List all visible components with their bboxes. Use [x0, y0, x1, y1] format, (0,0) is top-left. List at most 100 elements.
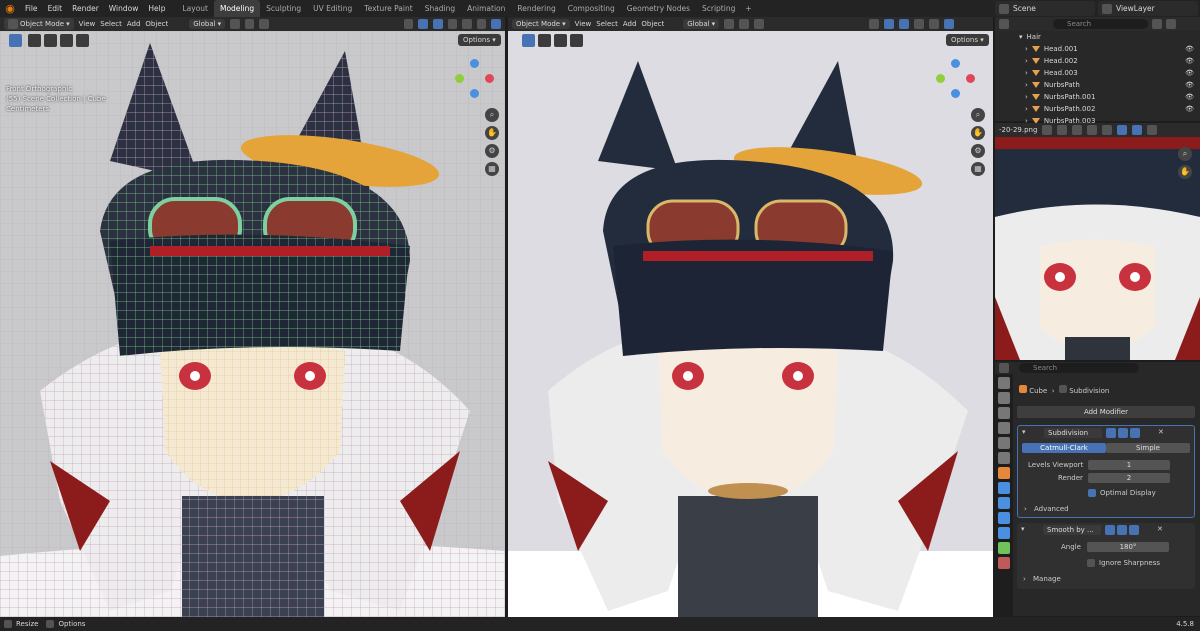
image-editor-canvas[interactable]: ⌕ ✋: [995, 137, 1200, 360]
visibility-eye-icon[interactable]: 👁: [1185, 105, 1194, 113]
properties-search-input[interactable]: Search: [1019, 363, 1139, 373]
pan-hand-icon[interactable]: ✋: [485, 126, 499, 140]
right-menu-add[interactable]: Add: [623, 20, 637, 28]
image-display-icon[interactable]: [1147, 125, 1158, 135]
left-xray-icon[interactable]: [447, 19, 458, 29]
right-gizmo-icon[interactable]: [884, 19, 895, 29]
new-image-icon[interactable]: [1057, 125, 1068, 135]
image-pan-hand-icon[interactable]: ✋: [1178, 165, 1192, 179]
tab-sculpting[interactable]: Sculpting: [260, 0, 307, 17]
scene-selector[interactable]: Scene: [995, 1, 1095, 16]
outliner-display-mode-icon[interactable]: [999, 19, 1009, 29]
right-gizmo-z-axis[interactable]: [951, 59, 960, 68]
tab-uv-editing[interactable]: UV Editing: [307, 0, 358, 17]
smooth-collapse-icon[interactable]: ▾: [1021, 525, 1025, 533]
advanced-expand-icon[interactable]: ›: [1024, 505, 1027, 513]
right-proportional-icon[interactable]: [754, 19, 765, 29]
tab-layout[interactable]: Layout: [176, 0, 214, 17]
right-shading-solid-icon[interactable]: [929, 19, 940, 29]
left-pivot-icon[interactable]: [230, 19, 240, 29]
left-options-button[interactable]: Options ▾: [458, 34, 501, 46]
expand-icon[interactable]: ›: [1025, 45, 1028, 53]
select-intersect-icon[interactable]: [76, 34, 89, 47]
left-shading-solid-icon[interactable]: [462, 19, 472, 29]
edit-mode-icon[interactable]: [1106, 428, 1116, 438]
object-tab-icon[interactable]: [998, 467, 1010, 479]
open-image-icon[interactable]: [1072, 125, 1083, 135]
right-pivot-icon[interactable]: [724, 19, 735, 29]
gizmo-neg-z-axis[interactable]: [470, 89, 479, 98]
angle-field[interactable]: 180°: [1087, 542, 1169, 552]
right-gizmo-neg-z-axis[interactable]: [951, 89, 960, 98]
outliner-search-input[interactable]: Search: [1053, 19, 1148, 29]
expand-icon[interactable]: ›: [1025, 57, 1028, 65]
catmull-clark-tab[interactable]: Catmull-Clark: [1022, 443, 1106, 453]
left-overlay-icon[interactable]: [433, 19, 443, 29]
expand-icon[interactable]: ›: [1025, 105, 1028, 113]
fake-user-icon[interactable]: [1042, 125, 1053, 135]
render-levels-field[interactable]: 2: [1088, 473, 1170, 483]
select-extend-icon[interactable]: [44, 34, 57, 47]
modifier-tab-icon[interactable]: [998, 482, 1010, 494]
gizmo-y-axis[interactable]: [455, 74, 464, 83]
smooth-render-icon[interactable]: [1129, 525, 1139, 535]
gizmo-x-axis[interactable]: [485, 74, 494, 83]
select-box-icon[interactable]: [28, 34, 41, 47]
collection-expand-icon[interactable]: ▾: [1019, 33, 1023, 41]
tool-tab-icon[interactable]: [998, 377, 1010, 389]
smooth-realtime-icon[interactable]: [1117, 525, 1127, 535]
zoom-icon[interactable]: ⌕: [485, 108, 499, 122]
smooth-edit-mode-icon[interactable]: [1105, 525, 1115, 535]
outliner-item[interactable]: › Head.003 👁: [995, 67, 1200, 79]
select-tool-icon[interactable]: [9, 34, 22, 47]
manage-subpanel[interactable]: Manage: [1033, 575, 1061, 583]
right-ortho-grid-icon[interactable]: ▦: [971, 162, 985, 176]
ortho-grid-icon[interactable]: ▦: [485, 162, 499, 176]
right-mode-dropdown[interactable]: Object Mode ▾: [512, 19, 570, 29]
right-menu-select[interactable]: Select: [596, 20, 618, 28]
output-tab-icon[interactable]: [998, 407, 1010, 419]
visibility-eye-icon[interactable]: 👁: [1185, 45, 1194, 53]
right-select-subtract-icon[interactable]: [554, 34, 567, 47]
manage-expand-icon[interactable]: ›: [1023, 575, 1026, 583]
menu-help[interactable]: Help: [143, 0, 170, 17]
ignore-sharpness-checkbox[interactable]: [1087, 559, 1095, 567]
world-tab-icon[interactable]: [998, 452, 1010, 464]
right-viewport[interactable]: Options ▾ ⌕ ✋ ⚙ ▦: [508, 31, 993, 617]
left-navigation-gizmo[interactable]: [455, 59, 495, 99]
add-workspace-button[interactable]: +: [741, 0, 755, 17]
gizmo-z-axis[interactable]: [470, 59, 479, 68]
right-overlay-icon[interactable]: [899, 19, 910, 29]
visibility-eye-icon[interactable]: 👁: [1185, 69, 1194, 77]
left-snap-icon[interactable]: [244, 19, 255, 29]
remove-modifier-icon[interactable]: ✕: [1158, 428, 1164, 436]
image-overlay-icon[interactable]: [1132, 125, 1143, 135]
tab-shading[interactable]: Shading: [419, 0, 461, 17]
tab-scripting[interactable]: Scripting: [696, 0, 741, 17]
outliner-item[interactable]: › NurbsPath.001 👁: [995, 91, 1200, 103]
camera-view-icon[interactable]: ⚙: [485, 144, 499, 158]
levels-viewport-field[interactable]: 1: [1088, 460, 1170, 470]
right-select-intersect-icon[interactable]: [570, 34, 583, 47]
physics-tab-icon[interactable]: [998, 512, 1010, 524]
menu-window[interactable]: Window: [104, 0, 144, 17]
menu-edit[interactable]: Edit: [43, 0, 68, 17]
right-shading-rendered-icon[interactable]: [944, 19, 955, 29]
right-visibility-icon[interactable]: [869, 19, 880, 29]
tab-compositing[interactable]: Compositing: [562, 0, 621, 17]
view-layer-selector[interactable]: ViewLayer: [1098, 1, 1198, 16]
select-subtract-icon[interactable]: [60, 34, 73, 47]
outliner-item[interactable]: › Head.001 👁: [995, 43, 1200, 55]
image-gizmo-icon[interactable]: [1117, 125, 1128, 135]
expand-icon[interactable]: ›: [1025, 93, 1028, 101]
menu-render[interactable]: Render: [67, 0, 104, 17]
visibility-eye-icon[interactable]: 👁: [1185, 93, 1194, 101]
right-select-box-icon[interactable]: [522, 34, 535, 47]
subdivision-name-field[interactable]: Subdivision: [1044, 428, 1102, 438]
realtime-icon[interactable]: [1118, 428, 1128, 438]
render-tab-icon[interactable]: [998, 392, 1010, 404]
expand-icon[interactable]: ›: [1025, 69, 1028, 77]
right-navigation-gizmo[interactable]: [936, 59, 976, 99]
right-options-button[interactable]: Options ▾: [946, 34, 989, 46]
left-transform-dropdown[interactable]: Global ▾: [189, 19, 226, 29]
